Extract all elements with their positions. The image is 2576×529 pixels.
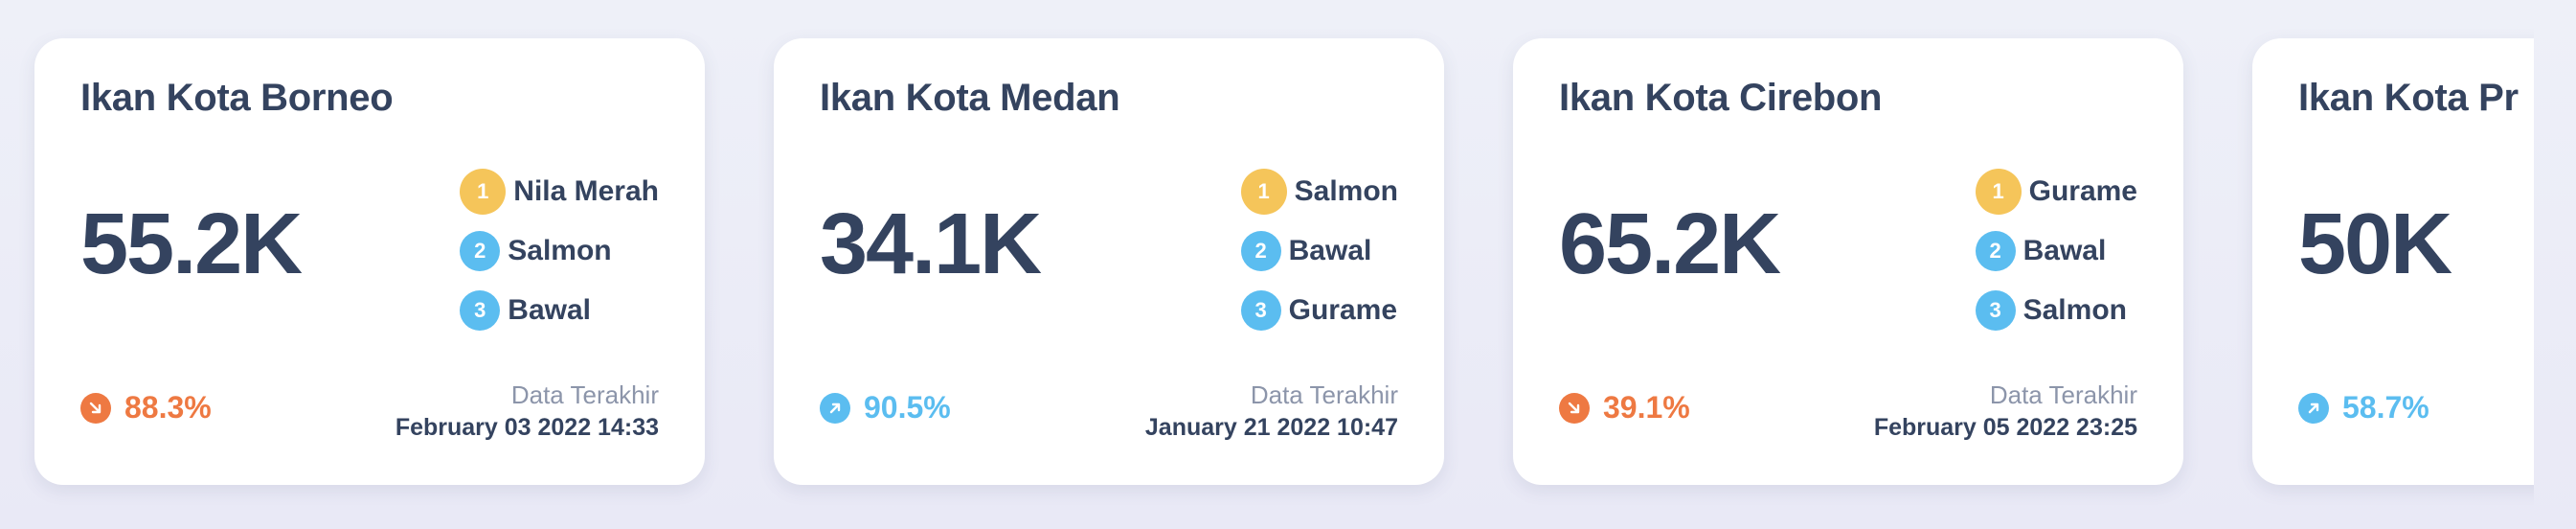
total-value: 50K	[2298, 196, 2452, 292]
rank-item-3: 3 Bawal	[460, 288, 591, 334]
rank-name: Gurame	[2028, 175, 2137, 207]
card-title: Ikan Kota Borneo	[80, 77, 394, 119]
rank-badge-3: 3	[1240, 290, 1281, 331]
arrow-down-right-icon	[1559, 392, 1590, 424]
last-update-date: February 05 2022 23:25	[1873, 414, 2137, 441]
rank-name: Bawal	[1288, 235, 1372, 266]
rank-name: Salmon	[2022, 294, 2127, 326]
rank-badge-2: 2	[1975, 231, 2016, 271]
rank-item-3: 3 Salmon	[1975, 288, 2127, 334]
rank-badge-2: 2	[460, 231, 501, 271]
city-card-partial[interactable]: Ikan Kota Pr 50K 58.7%	[2252, 38, 2534, 485]
last-update-label: Data Terakhir	[510, 380, 659, 409]
fish-ranking-list: 1 Salmon 2 Bawal 3 Gurame	[1240, 169, 1398, 334]
rank-name: Bawal	[508, 294, 591, 326]
rank-name: Nila Merah	[513, 175, 659, 207]
city-card-medan[interactable]: Ikan Kota Medan 34.1K 1 Salmon 2 Bawal 3…	[774, 38, 1444, 485]
trend-percent: 39.1%	[1603, 390, 1690, 425]
rank-item-2: 2 Bawal	[1240, 228, 1372, 274]
last-update: Data Terakhir February 03 2022 14:33	[395, 379, 659, 444]
card-title: Ikan Kota Cirebon	[1559, 77, 1883, 119]
fish-ranking-list: 1 Gurame 2 Bawal 3 Salmon	[1975, 169, 2137, 334]
card-title: Ikan Kota Pr	[2298, 77, 2519, 119]
trend-indicator: 90.5%	[820, 390, 951, 426]
city-card-cirebon[interactable]: Ikan Kota Cirebon 65.2K 1 Gurame 2 Bawal…	[1513, 38, 2183, 485]
rank-badge-3: 3	[460, 290, 501, 331]
city-card-borneo[interactable]: Ikan Kota Borneo 55.2K 1 Nila Merah 2 Sa…	[34, 38, 705, 485]
rank-item-1: 1 Gurame	[1975, 169, 2137, 215]
rank-name: Gurame	[1288, 294, 1398, 326]
rank-item-2: 2 Bawal	[1975, 228, 2107, 274]
rank-item-2: 2 Salmon	[460, 228, 612, 274]
city-cards-carousel[interactable]: Ikan Kota Borneo 55.2K 1 Nila Merah 2 Sa…	[0, 0, 2534, 529]
last-update-date: January 21 2022 10:47	[1144, 414, 1398, 441]
trend-indicator: 58.7%	[2298, 390, 2429, 426]
arrow-down-right-icon	[80, 392, 111, 424]
last-update-date: February 03 2022 14:33	[395, 414, 659, 441]
rank-badge-1: 1	[1975, 169, 2022, 215]
rank-item-1: 1 Nila Merah	[460, 169, 659, 215]
total-value: 55.2K	[80, 196, 303, 292]
trend-percent: 90.5%	[864, 390, 951, 425]
total-value: 65.2K	[1559, 196, 1781, 292]
last-update: Data Terakhir January 21 2022 10:47	[1145, 379, 1398, 444]
last-update-label: Data Terakhir	[1250, 380, 1398, 409]
arrow-up-right-icon	[2298, 392, 2329, 424]
fish-ranking-list: 1 Nila Merah 2 Salmon 3 Bawal	[460, 169, 659, 334]
rank-badge-1: 1	[1240, 169, 1287, 215]
last-update: Data Terakhir February 05 2022 23:25	[1874, 379, 2137, 444]
rank-name: Bawal	[2022, 235, 2107, 266]
total-value: 34.1K	[820, 196, 1042, 292]
trend-indicator: 39.1%	[1559, 390, 1690, 426]
rank-item-3: 3 Gurame	[1240, 288, 1398, 334]
last-update-label: Data Terakhir	[1989, 380, 2137, 409]
rank-badge-3: 3	[1975, 290, 2016, 331]
rank-name: Salmon	[508, 235, 612, 266]
rank-badge-2: 2	[1240, 231, 1281, 271]
rank-item-1: 1 Salmon	[1240, 169, 1398, 215]
rank-name: Salmon	[1294, 175, 1398, 207]
trend-percent: 88.3%	[124, 390, 212, 425]
card-title: Ikan Kota Medan	[820, 77, 1120, 119]
rank-badge-1: 1	[460, 169, 507, 215]
arrow-up-right-icon	[820, 392, 850, 424]
trend-percent: 58.7%	[2342, 390, 2429, 425]
trend-indicator: 88.3%	[80, 390, 212, 426]
